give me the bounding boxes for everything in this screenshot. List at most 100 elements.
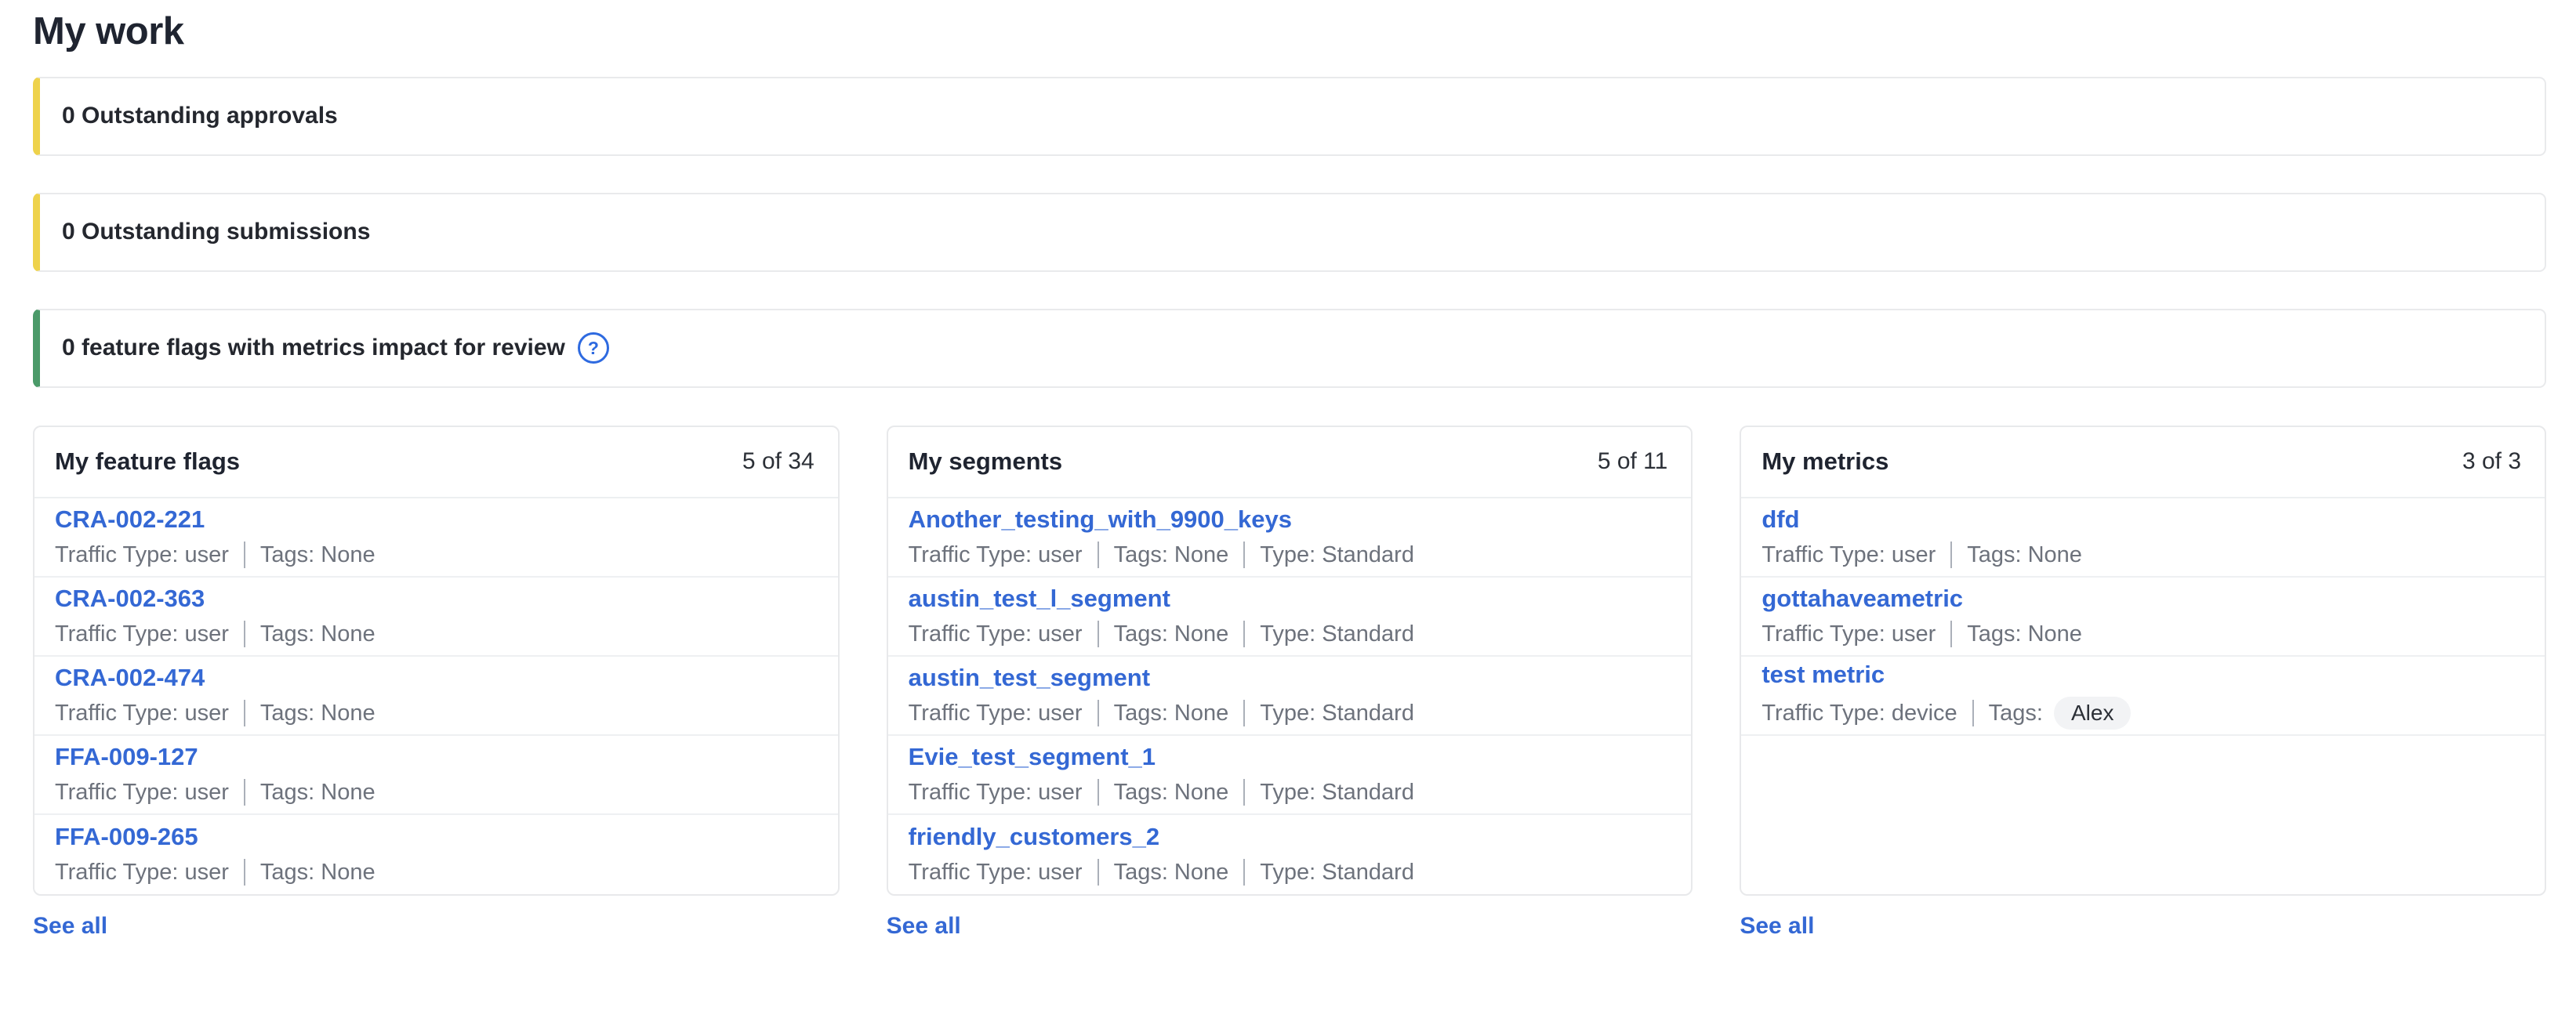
notification-banners: 0 Outstanding approvals 0 Outstanding su… [33,77,2546,388]
item-link[interactable]: Evie_test_segment_1 [909,743,1156,771]
meta-separator [244,779,245,806]
meta-separator [1243,700,1245,726]
item-link[interactable]: CRA-002-474 [55,664,205,692]
list-item: friendly_customers_2 Traffic Type: userT… [888,815,1692,894]
item-link[interactable]: CRA-002-221 [55,505,205,534]
card-header: My feature flags 5 of 34 [34,427,838,498]
meta-separator [244,700,245,726]
card-rows: dfd Traffic Type: user Tags: None gottaha… [1741,498,2545,736]
meta-text: Traffic Type: user [55,544,229,567]
meta-separator [1243,859,1245,886]
item-link[interactable]: FFA-009-127 [55,743,198,771]
meta-text: Type: Standard [1260,623,1414,646]
list-item: gottahaveametric Traffic Type: user Tags:… [1741,578,2545,657]
banner-outstanding-submissions: 0 Outstanding submissions [33,193,2546,272]
meta-text: Tags: None [1967,623,2082,646]
meta-text: Traffic Type: user [909,781,1083,804]
meta-text: Traffic Type: user [55,861,229,884]
item-link[interactable]: CRA-002-363 [55,585,205,613]
meta-text: Traffic Type: user [909,544,1083,567]
card-rows: Another_testing_with_9900_keys Traffic T… [888,498,1692,894]
item-meta: Traffic Type: user Tags: None [55,542,818,568]
meta-text: Traffic Type: user [55,781,229,804]
meta-text: Tags: None [1114,623,1229,646]
see-all-segments[interactable]: See all [887,913,961,940]
item-meta: Traffic Type: userTags: None [55,859,818,886]
meta-text: Type: Standard [1260,861,1414,884]
meta-text: Tags: [1989,702,2043,725]
my-work-page: My work 0 Outstanding approvals 0 Outsta… [0,0,2576,940]
card-count: 3 of 3 [2462,448,2521,475]
meta-text: Tags: None [1114,702,1229,725]
list-item: austin_test_segment Traffic Type: user Ta… [888,657,1692,736]
meta-text: Traffic Type: device [1761,702,1957,725]
meta-separator [1243,779,1245,806]
meta-separator [1972,700,1974,726]
card-metrics: My metrics 3 of 3 dfd Traffic Type: user… [1740,426,2546,896]
page-title: My work [33,11,2546,53]
list-item: test metric Traffic Type: device Tags: Ale… [1741,657,2545,736]
list-item: FFA-009-127 Traffic Type: user Tags: None [34,736,838,815]
item-meta: Traffic Type: user Tags: None Type: Standa… [909,621,1671,647]
item-meta: Traffic Type: userTags: NoneType: Standa… [909,542,1671,568]
tag-chip: Alex [2054,697,2131,730]
banner-label: 0 Outstanding submissions [62,219,370,245]
item-link[interactable]: friendly_customers_2 [909,823,1159,851]
meta-text: Traffic Type: user [909,861,1083,884]
meta-text: Tags: None [1967,544,2082,567]
item-link[interactable]: FFA-009-265 [55,823,198,851]
card-rows: CRA-002-221 Traffic Type: user Tags: None… [34,498,838,894]
list-item: CRA-002-221 Traffic Type: user Tags: None [34,498,838,578]
item-link[interactable]: Another_testing_with_9900_keys [909,505,1292,534]
meta-separator [244,542,245,568]
meta-text: Traffic Type: user [909,702,1083,725]
list-item: FFA-009-265 Traffic Type: userTags: None [34,815,838,894]
meta-text: Tags: None [260,623,376,646]
banner-flags-metrics-impact: 0 feature flags with metrics impact for … [33,309,2546,388]
meta-text: Traffic Type: user [55,623,229,646]
item-link[interactable]: austin_test_l_segment [909,585,1170,613]
meta-text: Tags: None [260,702,376,725]
card-feature-flags: My feature flags 5 of 34 CRA-002-221 Tra… [33,426,840,896]
banner-label: 0 feature flags with metrics impact for … [62,335,565,361]
item-meta: Traffic Type: user Tags: None [55,779,818,806]
meta-separator [1098,859,1099,886]
meta-separator [1098,700,1099,726]
card-title: My feature flags [55,447,240,476]
card-count: 5 of 34 [742,448,815,475]
card-segments: My segments 5 of 11 Another_testing_with… [887,426,1693,896]
meta-text: Traffic Type: user [55,702,229,725]
help-icon[interactable]: ? [578,332,609,364]
list-item: austin_test_l_segment Traffic Type: user… [888,578,1692,657]
list-item: Another_testing_with_9900_keys Traffic T… [888,498,1692,578]
card-header: My segments 5 of 11 [888,427,1692,498]
summary-cards: My feature flags 5 of 34 CRA-002-221 Tra… [33,426,2546,940]
meta-text: Tags: None [1114,781,1229,804]
list-item: Evie_test_segment_1 Traffic Type: user Ta… [888,736,1692,815]
item-meta: Traffic Type: user Tags: None [1761,621,2524,647]
card-header: My metrics 3 of 3 [1741,427,2545,498]
banner-label: 0 Outstanding approvals [62,103,338,129]
item-link[interactable]: austin_test_segment [909,664,1150,692]
meta-text: Type: Standard [1260,702,1414,725]
meta-text: Traffic Type: user [1761,623,1936,646]
meta-separator [1098,542,1099,568]
item-link[interactable]: test metric [1761,661,1885,689]
card-count: 5 of 11 [1598,448,1668,475]
see-all-feature-flags[interactable]: See all [33,913,107,940]
item-meta: Traffic Type: userTags: NoneType: Standa… [909,779,1671,806]
list-item: CRA-002-474 Traffic Type: user Tags: None [34,657,838,736]
meta-separator [244,859,245,886]
meta-text: Tags: None [260,781,376,804]
meta-text: Traffic Type: user [909,623,1083,646]
see-all-metrics[interactable]: See all [1740,913,1814,940]
meta-separator [1243,542,1245,568]
item-link[interactable]: dfd [1761,505,1799,534]
item-meta: Traffic Type: user Tags: None [55,700,818,726]
meta-separator [1243,621,1245,647]
item-link[interactable]: gottahaveametric [1761,585,1963,613]
meta-text: Tags: None [260,544,376,567]
meta-text: Traffic Type: user [1761,544,1936,567]
item-meta: Traffic Type: userTags: NoneType: Standa… [909,859,1671,886]
item-meta: Traffic Type: user Tags: None [1761,542,2524,568]
